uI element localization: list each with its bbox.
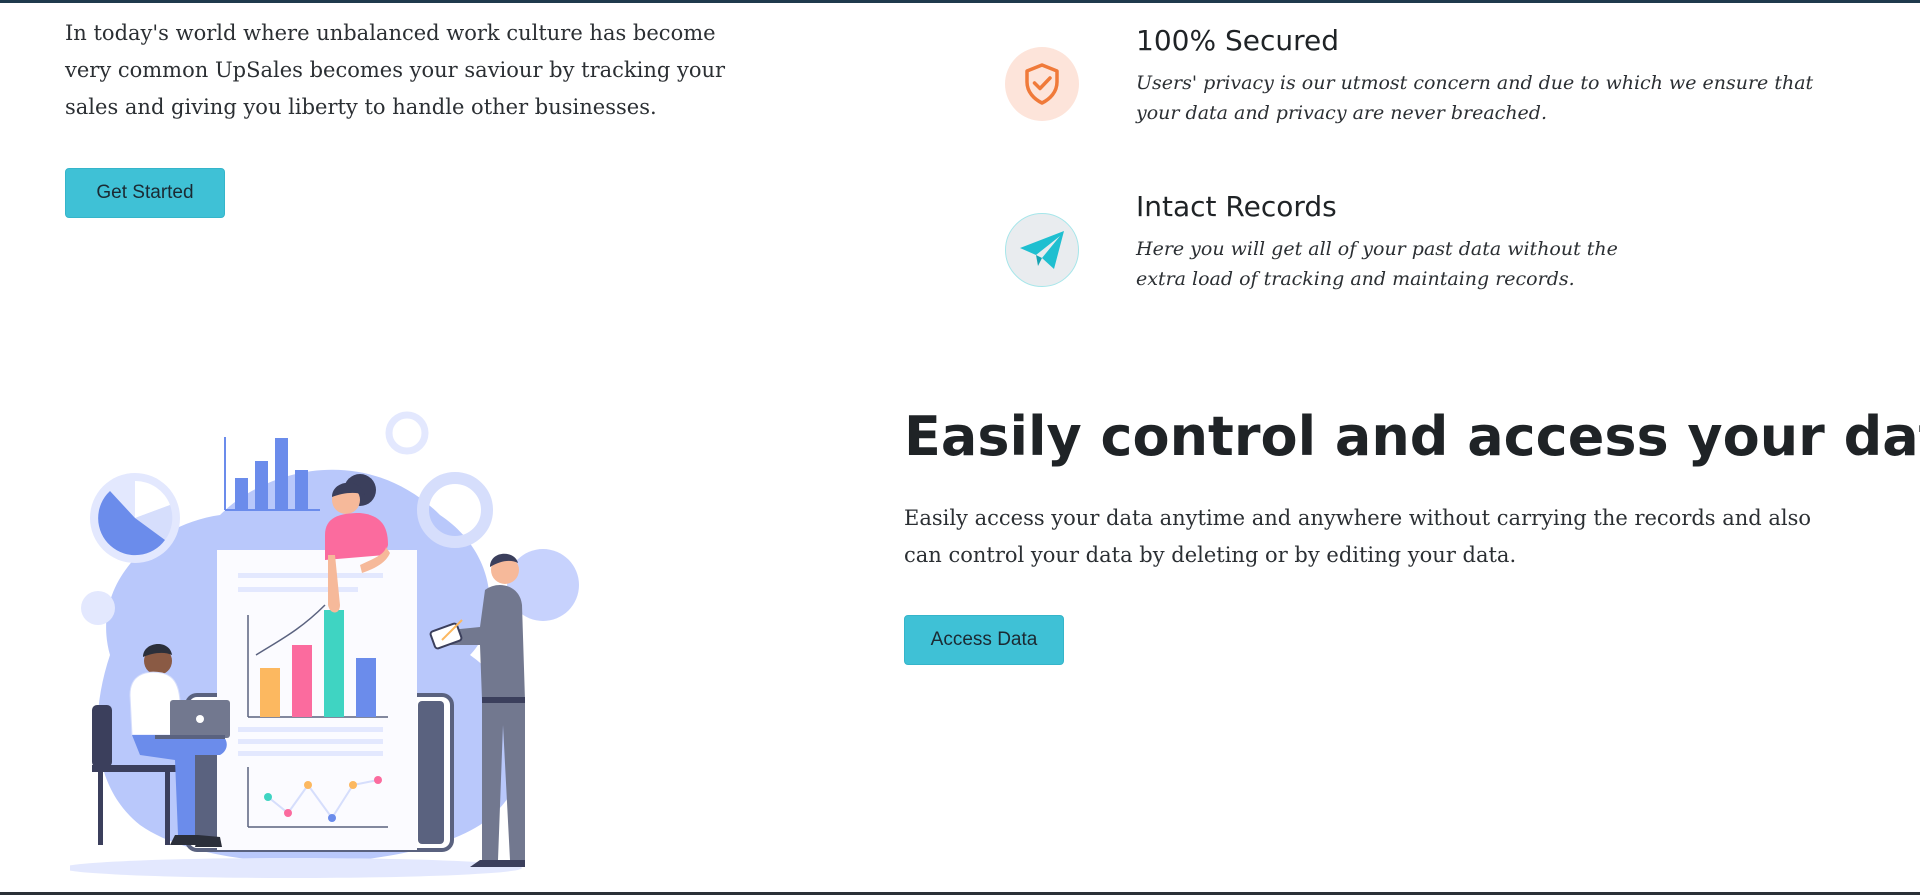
shield-check-icon bbox=[1025, 63, 1059, 105]
feature-title-records: Intact Records bbox=[1136, 190, 1337, 223]
access-data-button[interactable]: Access Data bbox=[904, 615, 1064, 665]
records-icon-circle bbox=[1005, 213, 1079, 287]
feature-desc-records: Here you will get all of your past data … bbox=[1136, 238, 1618, 290]
paper-plane-icon bbox=[1020, 231, 1064, 269]
top-border bbox=[0, 0, 1920, 3]
control-heading: Easily control and access your data bbox=[904, 405, 1920, 468]
secured-icon-circle bbox=[1005, 47, 1079, 121]
feature-title-secured: 100% Secured bbox=[1136, 24, 1339, 57]
intro-paragraph: In today's world where unbalanced work c… bbox=[65, 21, 726, 119]
feature-desc-secured: Users' privacy is our utmost concern and… bbox=[1136, 72, 1814, 124]
data-analytics-illustration bbox=[70, 411, 579, 878]
control-paragraph: Easily access your data anytime and anyw… bbox=[904, 506, 1812, 567]
get-started-button[interactable]: Get Started bbox=[65, 168, 225, 218]
